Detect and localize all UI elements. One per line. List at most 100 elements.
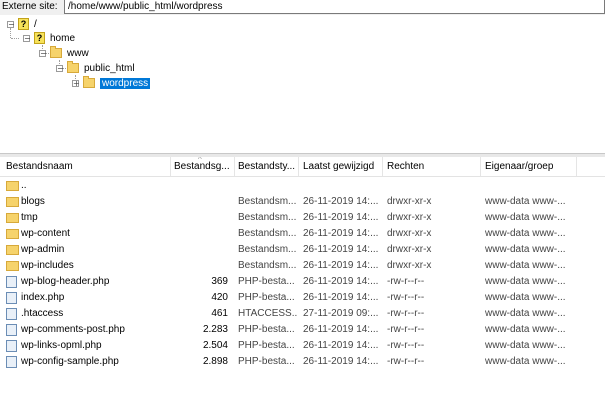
file-type: Bestandsm... xyxy=(238,228,297,239)
unknown-folder-icon: ? xyxy=(34,32,45,44)
folder-icon xyxy=(83,76,95,88)
file-size: 2.898 xyxy=(202,356,228,367)
file-size: 420 xyxy=(211,292,228,303)
tree-node-label: public_html xyxy=(84,62,135,74)
file-modified: 26-11-2019 14:... xyxy=(303,356,379,367)
file-name: wp-admin xyxy=(21,244,65,255)
table-row[interactable]: blogs Bestandsm... 26-11-2019 14:... drw… xyxy=(0,194,605,210)
collapse-icon[interactable]: − xyxy=(39,49,47,57)
column-separator[interactable] xyxy=(576,157,577,176)
table-row[interactable]: wp-content Bestandsm... 26-11-2019 14:..… xyxy=(0,226,605,242)
file-modified: 26-11-2019 14:... xyxy=(303,292,379,303)
file-owner: www-data www-... xyxy=(485,292,566,303)
file-permissions: -rw-r--r-- xyxy=(387,276,425,287)
file-owner: www-data www-... xyxy=(485,276,566,287)
table-row[interactable]: tmp Bestandsm... 26-11-2019 14:... drwxr… xyxy=(0,210,605,226)
collapse-icon[interactable]: − xyxy=(56,64,64,72)
column-separator[interactable] xyxy=(170,157,171,176)
file-permissions: -rw-r--r-- xyxy=(387,308,425,319)
folder-icon xyxy=(6,261,19,271)
column-separator[interactable] xyxy=(298,157,299,176)
table-row[interactable]: wp-blog-header.php 369 PHP-besta... 26-1… xyxy=(0,274,605,290)
tree-node-public-html[interactable]: − public_html xyxy=(56,61,135,75)
file-permissions: -rw-r--r-- xyxy=(387,292,425,303)
file-owner: www-data www-... xyxy=(485,212,566,223)
file-owner: www-data www-... xyxy=(485,340,566,351)
table-row[interactable]: wp-comments-post.php 2.283 PHP-besta... … xyxy=(0,322,605,338)
file-modified: 26-11-2019 14:... xyxy=(303,196,379,207)
tree-node-label: home xyxy=(50,32,76,44)
file-modified: 26-11-2019 14:... xyxy=(303,260,379,271)
tree-node-wordpress[interactable]: + wordpress xyxy=(72,76,151,90)
file-permissions: drwxr-xr-x xyxy=(387,212,432,223)
file-owner: www-data www-... xyxy=(485,356,566,367)
folder-icon xyxy=(6,181,19,191)
tree-node-www[interactable]: − www xyxy=(39,46,89,60)
table-row[interactable]: .htaccess 461 HTACCESS... 27-11-2019 09:… xyxy=(0,306,605,322)
column-header-type[interactable]: Bestandsty... xyxy=(238,161,296,172)
column-header-permissions[interactable]: Rechten xyxy=(387,161,477,172)
file-type: HTACCESS... xyxy=(238,308,298,319)
file-type: Bestandsm... xyxy=(238,244,297,255)
column-header-owner[interactable]: Eigenaar/groep xyxy=(485,161,575,172)
file-owner: www-data www-... xyxy=(485,228,566,239)
php-file-icon xyxy=(6,276,17,288)
file-type: PHP-besta... xyxy=(238,292,295,303)
file-name: .htaccess xyxy=(21,308,64,319)
file-modified: 27-11-2019 09:... xyxy=(303,308,379,319)
file-modified: 26-11-2019 14:... xyxy=(303,212,379,223)
file-permissions: -rw-r--r-- xyxy=(387,340,425,351)
folder-icon xyxy=(6,229,19,239)
file-permissions: drwxr-xr-x xyxy=(387,228,432,239)
table-row[interactable]: .. xyxy=(0,178,605,194)
file-name: tmp xyxy=(21,212,38,223)
column-separator[interactable] xyxy=(480,157,481,176)
tree-node-home[interactable]: − ? home xyxy=(23,31,75,45)
column-header-modified[interactable]: Laatst gewijzigd xyxy=(303,161,381,172)
table-row[interactable]: wp-admin Bestandsm... 26-11-2019 14:... … xyxy=(0,242,605,258)
php-file-icon xyxy=(6,324,17,336)
column-separator[interactable] xyxy=(382,157,383,176)
tree-node-root[interactable]: − ? / xyxy=(7,17,37,31)
file-modified: 26-11-2019 14:... xyxy=(303,276,379,287)
table-row[interactable]: wp-includes Bestandsm... 26-11-2019 14:.… xyxy=(0,258,605,274)
unknown-folder-icon: ? xyxy=(18,18,29,30)
file-size: 2.504 xyxy=(202,340,228,351)
file-name: wp-links-opml.php xyxy=(21,340,102,351)
file-name: wp-content xyxy=(21,228,70,239)
expand-icon[interactable]: + xyxy=(72,79,80,87)
tree-node-label-selected: wordpress xyxy=(100,77,151,89)
table-row[interactable]: index.php 420 PHP-besta... 26-11-2019 14… xyxy=(0,290,605,306)
folder-icon xyxy=(50,46,62,58)
remote-file-list: ^ Bestandsnaam Bestandsg... Bestandsty..… xyxy=(0,157,605,396)
table-row[interactable]: wp-config-sample.php 2.898 PHP-besta... … xyxy=(0,354,605,370)
php-file-icon xyxy=(6,356,17,368)
table-row[interactable]: wp-links-opml.php 2.504 PHP-besta... 26-… xyxy=(0,338,605,354)
remote-site-label: Externe site: xyxy=(2,1,58,12)
file-modified: 26-11-2019 14:... xyxy=(303,228,379,239)
collapse-icon[interactable]: − xyxy=(23,34,31,42)
file-name: wp-comments-post.php xyxy=(21,324,125,335)
tree-line xyxy=(11,38,19,39)
tree-node-label: / xyxy=(34,18,37,30)
column-header-name[interactable]: Bestandsnaam xyxy=(6,161,166,172)
php-file-icon xyxy=(6,292,17,304)
file-owner: www-data www-... xyxy=(485,324,566,335)
collapse-icon[interactable]: − xyxy=(7,20,15,28)
file-name: wp-includes xyxy=(21,260,74,271)
remote-site-bar: Externe site: /home/www/public_html/word… xyxy=(0,0,605,15)
file-owner: www-data www-... xyxy=(485,260,566,271)
remote-path-input[interactable]: /home/www/public_html/wordpress xyxy=(64,0,605,14)
file-name: wp-blog-header.php xyxy=(21,276,110,287)
folder-icon xyxy=(6,197,19,207)
php-file-icon xyxy=(6,340,17,352)
file-owner: www-data www-... xyxy=(485,244,566,255)
file-permissions: drwxr-xr-x xyxy=(387,260,432,271)
column-header-size[interactable]: Bestandsg... xyxy=(174,161,232,172)
file-modified: 26-11-2019 14:... xyxy=(303,340,379,351)
column-separator[interactable] xyxy=(234,157,235,176)
file-name: blogs xyxy=(21,196,45,207)
file-type: PHP-besta... xyxy=(238,324,295,335)
file-size: 369 xyxy=(211,276,228,287)
directory-tree: − ? / − ? home − www − public_html + wor… xyxy=(0,15,605,153)
